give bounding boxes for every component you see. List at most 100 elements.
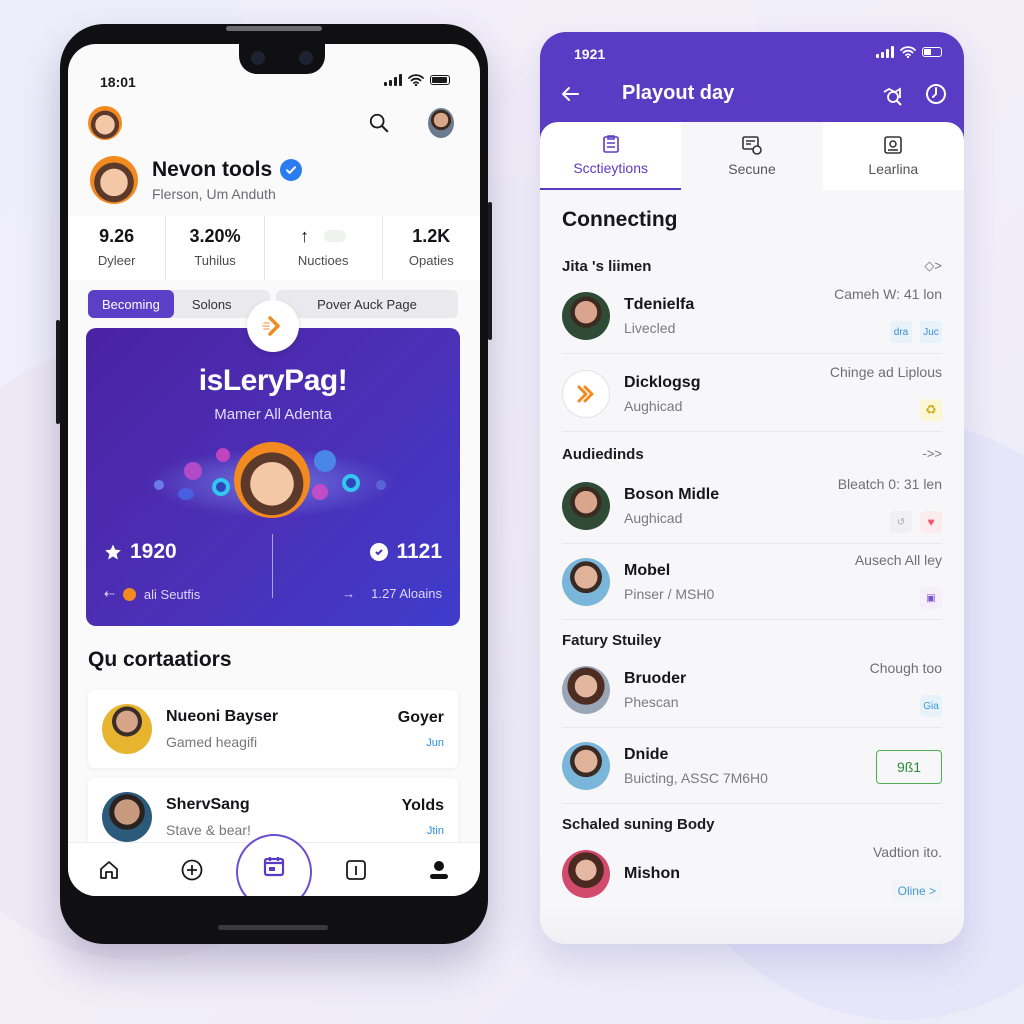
stat-item: 9.26 Dyleer (68, 216, 167, 280)
online-status-button[interactable]: Oline > (891, 880, 942, 902)
tab-sections[interactable]: Scctieytions (540, 122, 682, 190)
row-name: Bruoder (624, 669, 687, 687)
list-row[interactable]: Bruoder Phescan Chough too Gia (562, 652, 942, 728)
home-icon[interactable] (96, 857, 122, 883)
right-phone-panel: 1921 Playout day Scctieytions Secune Lea… (540, 32, 964, 944)
segment-solons[interactable]: Solons (174, 290, 250, 318)
tab-label: Learlina (868, 161, 919, 177)
hero-footer-right[interactable]: → 1.27 Aloains (342, 586, 442, 601)
refresh-icon[interactable]: ↺ (890, 511, 912, 533)
stat-item: ↑ Nuctioes (265, 216, 383, 280)
profile-avatar (90, 156, 138, 204)
double-chevron-icon (577, 385, 594, 402)
verified-icon (280, 159, 303, 181)
group-header: Audiedinds ->> (562, 446, 942, 463)
profile-header: Nevon tools Flerson, Um Anduth (90, 156, 303, 204)
section-title: Qu cortaatiors (88, 648, 232, 671)
list-item-subtitle: Gamed heagifi (166, 734, 258, 750)
stat-label: Opaties (408, 253, 454, 268)
section-heading: Connecting (562, 208, 678, 231)
hero-footer-text: 1.27 Aloains (371, 586, 442, 601)
status-icons (384, 74, 450, 86)
phone-screen: 18:01 Nevon tools Flerson, Um Anduth 9.2… (68, 44, 480, 896)
list-row[interactable]: Boson Midle Aughicad Bleatch 0: 31 len ↺ … (562, 468, 942, 544)
list-item-subtitle: Stave & bear! (166, 822, 251, 838)
calendar-icon (263, 857, 285, 877)
tab-label: Secune (728, 161, 776, 177)
hero-stat-value: 1121 (396, 540, 442, 563)
stat-value: 3.20% (189, 226, 241, 246)
profile-name-row: Nevon tools (152, 158, 303, 182)
forward-button[interactable] (247, 300, 299, 352)
signal-icon (876, 46, 894, 58)
timer-icon[interactable] (924, 82, 948, 106)
chat-icon[interactable]: ▣ (920, 587, 942, 609)
calendar-fab-button[interactable] (236, 834, 312, 896)
row-name: Mobel (624, 561, 671, 579)
hero-avatar (234, 442, 310, 518)
status-badge[interactable]: 9ß1 (876, 750, 942, 784)
group-title: Jita 's liimen (562, 258, 652, 275)
list-row[interactable]: Tdenielfa Livecled Cameh W: 41 lon dra Ju… (562, 278, 942, 354)
wifi-icon (900, 46, 916, 58)
list-item-tag: Goyer (397, 709, 444, 726)
search-map-icon[interactable] (880, 84, 904, 108)
bubble-icon (212, 478, 230, 496)
user-avatar[interactable] (428, 108, 454, 138)
clipboard-icon (602, 135, 619, 153)
row-meta: Vadtion ito. (872, 844, 942, 860)
status-time: 18:01 (100, 74, 136, 90)
profile-icon[interactable] (426, 857, 452, 883)
tab-learlina[interactable]: Learlina (823, 122, 964, 190)
row-avatar (562, 481, 610, 530)
back-arrow-icon[interactable] (558, 82, 582, 106)
row-chip[interactable]: Gia (920, 695, 942, 717)
group-more-link[interactable]: ->> (922, 446, 942, 463)
panel-body: Connecting Jita 's liimen ◇> Tdenielfa Li… (540, 190, 964, 944)
divider (272, 534, 273, 598)
row-name: Boson Midle (624, 485, 720, 503)
list-item-tag: Yolds (401, 797, 444, 814)
list-row[interactable]: Dicklogsg Aughicad Chinge ad Liplous ♻ (562, 356, 942, 432)
group-header: Jita 's liimen ◇> (562, 258, 942, 275)
search-icon[interactable] (368, 112, 390, 134)
add-circle-icon[interactable] (179, 857, 205, 883)
row-subtitle: Phescan (624, 693, 679, 710)
toggle-icon (324, 230, 347, 242)
battery-icon (430, 75, 450, 85)
group-more-link[interactable]: ◇> (924, 258, 942, 275)
list-item[interactable]: Nueoni Bayser Gamed heagifi Goyer Jun (88, 690, 458, 768)
row-avatar (562, 665, 610, 714)
row-chip[interactable]: dra (890, 321, 912, 343)
arrow-up-icon: ↑ (300, 226, 310, 246)
hero-stat-right: 1121 (370, 540, 442, 564)
tab-secune[interactable]: Secune (681, 122, 823, 190)
segment-becoming[interactable]: Becoming (88, 290, 174, 318)
heart-icon[interactable]: ♥ (920, 511, 942, 533)
list-row[interactable]: Mobel Pinser / MSH0 Ausech All ley ▣ (562, 544, 942, 620)
list-item-name: Nueoni Bayser (166, 708, 279, 725)
hero-footer-left[interactable]: ⇠ ali Seutfis (104, 586, 200, 602)
row-chip[interactable]: Juc (920, 321, 942, 343)
hero-stat-left: 1920 (104, 540, 177, 564)
card-icon[interactable] (343, 857, 369, 883)
list-row[interactable]: Mishon Vadtion ito. Oline > (562, 836, 942, 912)
status-icons (876, 46, 942, 58)
notch (239, 44, 325, 74)
page-button[interactable]: Pover Auck Page (276, 290, 458, 318)
sensor-icon (299, 51, 313, 65)
stats-row: 9.26 Dyleer 3.20% Tuhilus ↑ Nuctioes 1.2K O… (68, 216, 480, 280)
phone-side-button (56, 320, 60, 424)
group-title: Audiedinds (562, 446, 644, 463)
row-subtitle: Pinser / MSH0 (624, 585, 715, 602)
app-logo-avatar[interactable] (88, 106, 122, 140)
chevron-right-icon (262, 316, 280, 336)
panel-tabs: Scctieytions Secune Learlina (540, 122, 964, 190)
recycle-icon[interactable]: ♻ (920, 399, 942, 421)
group-title: Schaled suning Body (562, 816, 715, 833)
list-row[interactable]: Dnide Buicting, ASSC 7M6H0 9ß1 (562, 728, 942, 804)
tab-label: Scctieytions (573, 160, 649, 176)
row-name: Tdenielfa (624, 295, 695, 313)
bubble-icon (184, 462, 202, 480)
hero-card[interactable]: isLeryPag! Mamer All Adenta 1920 1121 ⇠ … (86, 328, 460, 626)
